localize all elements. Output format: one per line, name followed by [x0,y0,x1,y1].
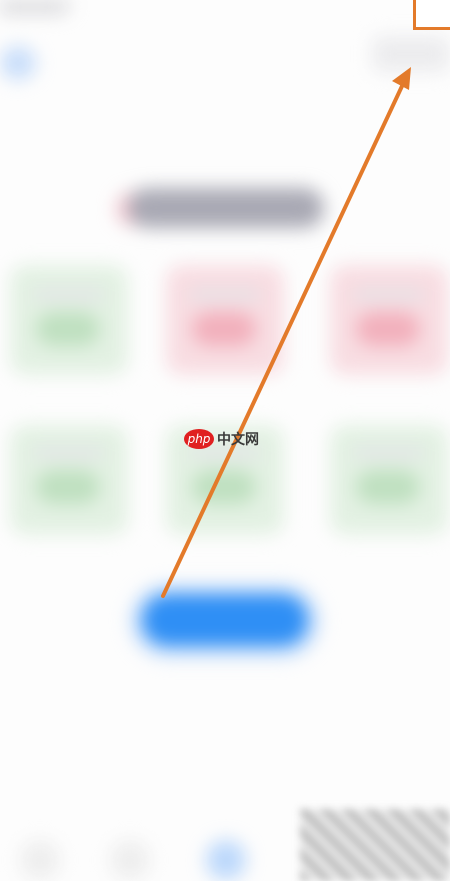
app-screen: php 中文网 [0,0,450,881]
watermark-text: 中文网 [217,432,259,448]
php-logo-icon: php [184,429,214,449]
watermark: php 中文网 [184,429,259,449]
arrow-shaft [161,82,405,598]
